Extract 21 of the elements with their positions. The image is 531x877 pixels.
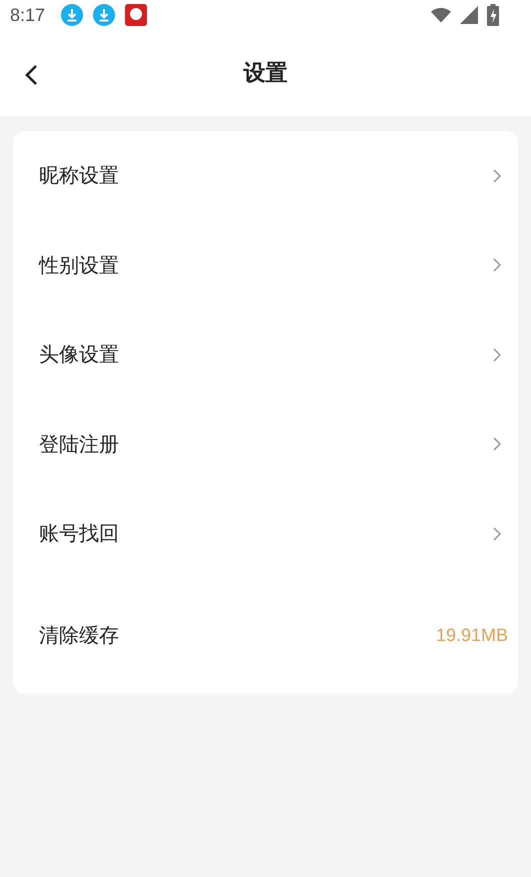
settings-item[interactable]: 账号找回 [13,489,518,578]
battery-icon [487,4,499,26]
settings-item[interactable]: 头像设置 [13,310,518,400]
settings-item[interactable]: 登陆注册 [13,400,518,489]
back-icon [24,64,38,86]
settings-label: 清除缓存 [39,622,119,648]
signal-icon [459,6,479,24]
settings-item[interactable]: 昵称设置 [13,131,518,220]
chevron-right-icon [493,437,501,452]
settings-item[interactable]: 性别设置 [13,220,518,310]
chevron-right-icon [493,168,501,183]
chevron-right-icon [493,526,501,541]
download-icon [93,4,116,26]
app-icon [125,4,148,26]
chevron-right-icon [493,258,501,272]
page-title: 设置 [244,60,288,88]
wifi-icon [431,6,451,24]
download-icon [61,4,84,26]
cache-size: 19.91MB [436,624,508,646]
chevron-right-icon [493,348,501,362]
status-time: 8:17 [10,4,46,26]
